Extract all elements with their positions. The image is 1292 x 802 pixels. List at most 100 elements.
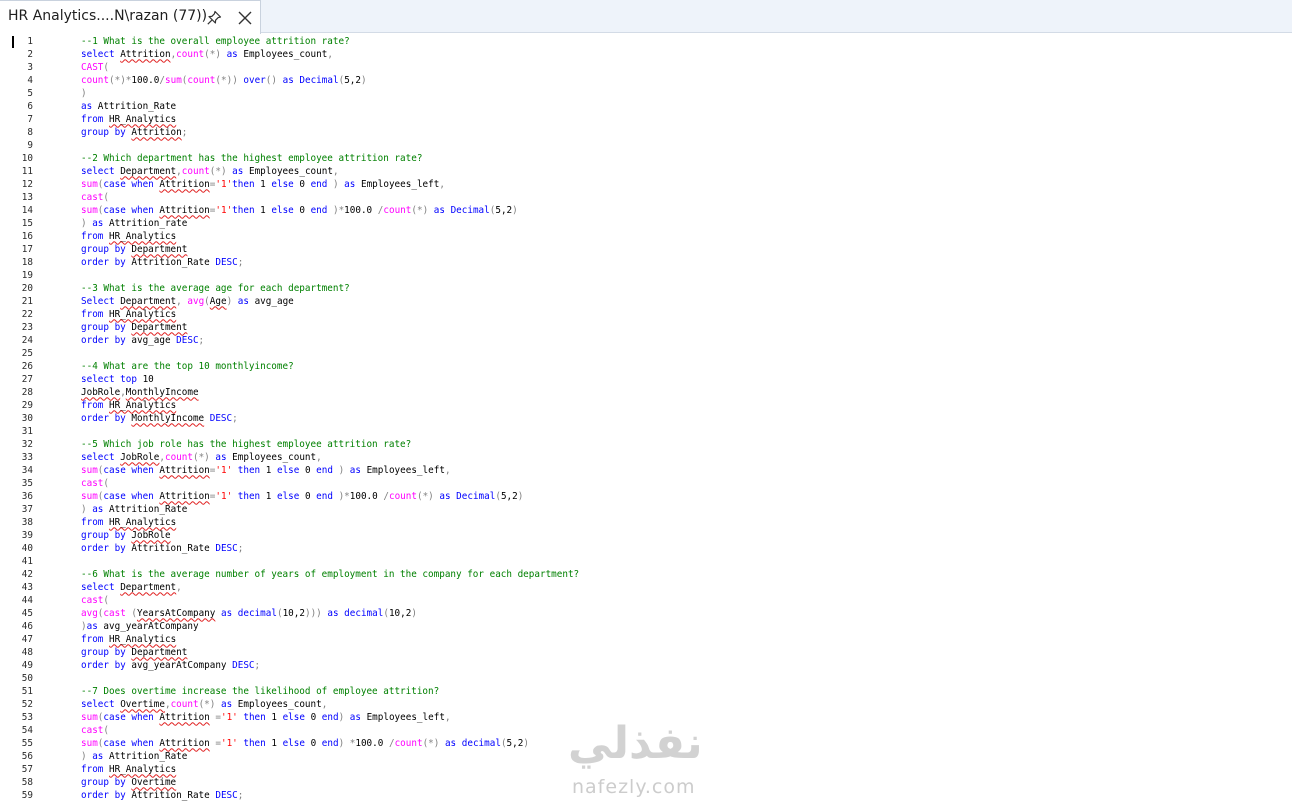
code-line[interactable]: 30 order by MonthlyIncome DESC;: [0, 412, 1292, 425]
code-line[interactable]: 11 select Department, count(*) as Employee…: [0, 165, 1292, 178]
code-text[interactable]: sum(case when Attrition ='1' then 1 else…: [81, 737, 529, 750]
code-line[interactable]: 41: [0, 555, 1292, 568]
code-line[interactable]: 59 order by Attrition_Rate DESC;: [0, 789, 1292, 802]
editor-tab[interactable]: HR Analytics....N\razan (77)): [0, 0, 261, 34]
code-line[interactable]: 5): [0, 87, 1292, 100]
code-line[interactable]: 52 select Overtime, count(*) as Employees_…: [0, 698, 1292, 711]
code-text[interactable]: group by Department: [81, 321, 187, 334]
code-line[interactable]: 25: [0, 347, 1292, 360]
code-line[interactable]: 56) as Attrition_Rate: [0, 750, 1292, 763]
code-text[interactable]: order by Attrition_Rate DESC;: [81, 789, 243, 802]
code-text[interactable]: group by JobRole: [81, 529, 171, 542]
code-text[interactable]: select JobRole, count(*) as Employees_cou…: [81, 451, 322, 464]
code-line[interactable]: 3 CAST(: [0, 61, 1292, 74]
code-line[interactable]: 4 count(*)*100.0/sum(count(*)) over() as …: [0, 74, 1292, 87]
code-line[interactable]: 1 --1 What is the overall employee attrit…: [0, 35, 1292, 48]
code-text[interactable]: select Department, count(*) as Employees_…: [81, 165, 339, 178]
code-text[interactable]: --3 What is the average age for each dep…: [81, 282, 350, 295]
code-text[interactable]: JobRole,MonthlyIncome: [81, 386, 199, 399]
code-line[interactable]: 12 sum(case when Attrition='1'then 1 else…: [0, 178, 1292, 191]
code-line[interactable]: 6 as Attrition_Rate: [0, 100, 1292, 113]
code-line[interactable]: 57 from HR_Analytics: [0, 763, 1292, 776]
code-line[interactable]: 26 --4 What are the top 10 monthlyincome?: [0, 360, 1292, 373]
code-text[interactable]: --4 What are the top 10 monthlyincome?: [81, 360, 294, 373]
close-icon[interactable]: [236, 9, 254, 27]
code-text[interactable]: avg(cast (YearsAtCompany as decimal(10,2…: [81, 607, 417, 620]
code-line[interactable]: 23 group by Department: [0, 321, 1292, 334]
code-text[interactable]: as Attrition_Rate: [81, 100, 176, 113]
code-line[interactable]: 15) as Attrition_rate: [0, 217, 1292, 230]
code-line[interactable]: 48 group by Department: [0, 646, 1292, 659]
code-text[interactable]: cast(: [81, 477, 109, 490]
code-line[interactable]: 44 cast(: [0, 594, 1292, 607]
code-text[interactable]: sum(case when Attrition='1'then 1 else 0…: [81, 204, 518, 217]
code-text[interactable]: group by Department: [81, 646, 187, 659]
code-line[interactable]: 55 sum(case when Attrition ='1' then 1 el…: [0, 737, 1292, 750]
code-line[interactable]: 28 JobRole,MonthlyIncome: [0, 386, 1292, 399]
code-line[interactable]: 37) as Attrition_Rate: [0, 503, 1292, 516]
code-text[interactable]: order by avg_yearAtCompany DESC;: [81, 659, 260, 672]
code-line[interactable]: 35 cast(: [0, 477, 1292, 490]
code-line[interactable]: 46)as avg_yearAtCompany: [0, 620, 1292, 633]
code-line[interactable]: 53 sum(case when Attrition ='1' then 1 el…: [0, 711, 1292, 724]
code-line[interactable]: 38 from HR_Analytics: [0, 516, 1292, 529]
code-editor[interactable]: 1 --1 What is the overall employee attrit…: [0, 34, 1292, 802]
code-line[interactable]: 39 group by JobRole: [0, 529, 1292, 542]
code-line[interactable]: 7 from HR_Analytics: [0, 113, 1292, 126]
code-line[interactable]: 2 select Attrition, count(*) as Employees_…: [0, 48, 1292, 61]
code-line[interactable]: 33 select JobRole, count(*) as Employees_c…: [0, 451, 1292, 464]
code-line[interactable]: 29 from HR_Analytics: [0, 399, 1292, 412]
code-line[interactable]: 49 order by avg_yearAtCompany DESC;: [0, 659, 1292, 672]
code-text[interactable]: sum(case when Attrition='1' then 1 else …: [81, 464, 451, 477]
code-text[interactable]: order by Attrition_Rate DESC;: [81, 542, 243, 555]
code-line[interactable]: 8 group by Attrition;: [0, 126, 1292, 139]
code-text[interactable]: from HR_Analytics: [81, 113, 176, 126]
code-line[interactable]: 21 Select Department, avg(Age) as avg_age: [0, 295, 1292, 308]
code-line[interactable]: 16 from HR_Analytics: [0, 230, 1292, 243]
code-line[interactable]: 14 sum(case when Attrition='1'then 1 else…: [0, 204, 1292, 217]
code-line[interactable]: 47 from HR_Analytics: [0, 633, 1292, 646]
code-line[interactable]: 31: [0, 425, 1292, 438]
code-text[interactable]: order by Attrition_Rate DESC;: [81, 256, 243, 269]
code-line[interactable]: 43 select Department,: [0, 581, 1292, 594]
code-text[interactable]: select Department,: [81, 581, 182, 594]
code-text[interactable]: from HR_Analytics: [81, 308, 176, 321]
code-text[interactable]: --7 Does overtime increase the likelihoo…: [81, 685, 439, 698]
pin-icon[interactable]: [205, 9, 223, 27]
code-text[interactable]: group by Overtime: [81, 776, 176, 789]
code-line[interactable]: 17 group by Department: [0, 243, 1292, 256]
code-line[interactable]: 34 sum(case when Attrition='1' then 1 els…: [0, 464, 1292, 477]
code-line[interactable]: 51 --7 Does overtime increase the likelih…: [0, 685, 1292, 698]
code-line[interactable]: 40 order by Attrition_Rate DESC;: [0, 542, 1292, 555]
code-text[interactable]: group by Attrition;: [81, 126, 187, 139]
code-text[interactable]: cast(: [81, 191, 109, 204]
code-text[interactable]: --2 Which department has the highest emp…: [81, 152, 422, 165]
code-line[interactable]: 27 select top 10: [0, 373, 1292, 386]
code-text[interactable]: from HR_Analytics: [81, 230, 176, 243]
code-text[interactable]: order by MonthlyIncome DESC;: [81, 412, 238, 425]
code-text[interactable]: cast(: [81, 594, 109, 607]
code-line[interactable]: 32 --5 Which job role has the highest emp…: [0, 438, 1292, 451]
code-line[interactable]: 45 avg(cast (YearsAtCompany as decimal(10…: [0, 607, 1292, 620]
code-text[interactable]: sum(case when Attrition='1' then 1 else …: [81, 490, 523, 503]
code-line[interactable]: 22 from HR_Analytics: [0, 308, 1292, 321]
code-line[interactable]: 18 order by Attrition_Rate DESC;: [0, 256, 1292, 269]
code-line[interactable]: 20 --3 What is the average age for each d…: [0, 282, 1292, 295]
code-text[interactable]: count(*)*100.0/sum(count(*)) over() as D…: [81, 74, 367, 87]
code-line[interactable]: 58 group by Overtime: [0, 776, 1292, 789]
code-text[interactable]: from HR_Analytics: [81, 633, 176, 646]
code-text[interactable]: cast(: [81, 724, 109, 737]
code-text[interactable]: --1 What is the overall employee attriti…: [81, 35, 350, 48]
code-line[interactable]: 50: [0, 672, 1292, 685]
code-text[interactable]: ) as Attrition_rate: [81, 217, 187, 230]
code-line[interactable]: 9: [0, 139, 1292, 152]
code-line[interactable]: 24 order by avg_age DESC;: [0, 334, 1292, 347]
code-text[interactable]: from HR_Analytics: [81, 516, 176, 529]
code-line[interactable]: 54 cast(: [0, 724, 1292, 737]
code-text[interactable]: select Attrition, count(*) as Employees_c…: [81, 48, 333, 61]
code-line[interactable]: 13 cast(: [0, 191, 1292, 204]
code-text[interactable]: ) as Attrition_Rate: [81, 503, 187, 516]
code-text[interactable]: )as avg_yearAtCompany: [81, 620, 199, 633]
code-line[interactable]: 10 --2 Which department has the highest e…: [0, 152, 1292, 165]
code-line[interactable]: 42 --6 What is the average number of year…: [0, 568, 1292, 581]
